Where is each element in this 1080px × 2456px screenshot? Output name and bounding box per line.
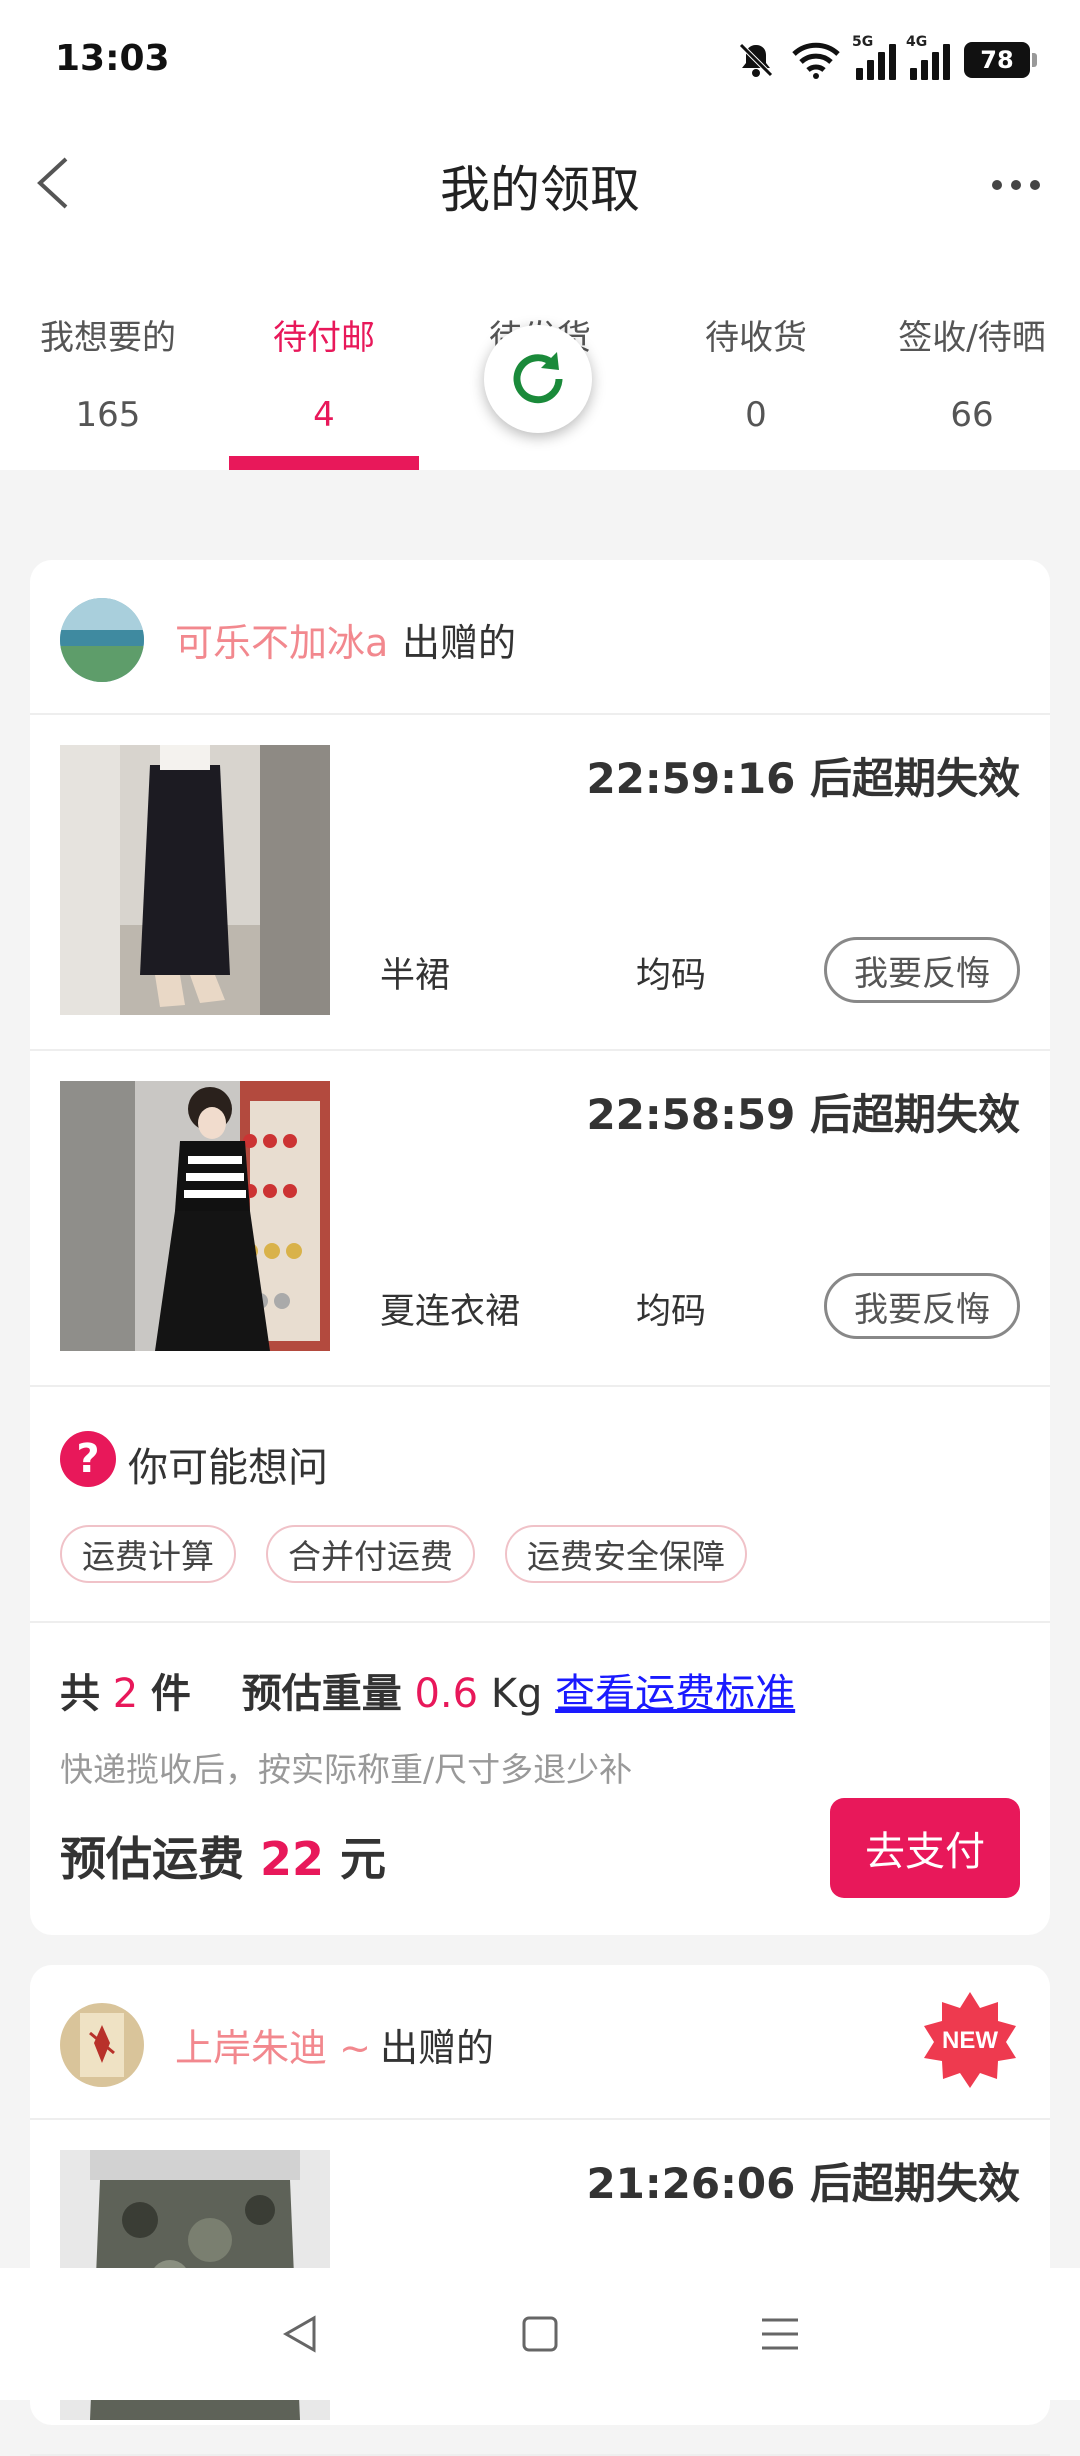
item-image[interactable]: [60, 745, 330, 1015]
weight-value: 0.6: [414, 1671, 479, 1717]
giver-row[interactable]: 上岸朱迪 ~ 出赠的 NEW: [30, 1965, 1050, 2120]
avatar[interactable]: [60, 598, 144, 682]
tab-signed-review[interactable]: 签收/待晒 66: [864, 250, 1080, 470]
weight-label: 预估重量: [241, 1671, 402, 1717]
order-summary: 共 2 件 预估重量 0.6 Kg 查看运费标准 快递揽收后，按实际称重/尺寸多…: [30, 1623, 1050, 1933]
system-nav-bar: [0, 2268, 1080, 2400]
active-tab-indicator: [229, 456, 419, 470]
item-name: 半裙: [380, 956, 451, 996]
expiry-timer: 22:58:59 后超期失效: [586, 1090, 1020, 1139]
giver-row[interactable]: 可乐不加冰a 出赠的: [30, 560, 1050, 715]
question-icon: ?: [60, 1431, 116, 1487]
faq-chip-shipping-calc[interactable]: 运费计算: [60, 1525, 236, 1583]
status-bar: 13:03 5G 4G 78: [0, 0, 1080, 120]
fee-value: 22: [260, 1832, 325, 1886]
regret-button[interactable]: 我要反悔: [824, 1273, 1020, 1339]
giver-suffix: 出赠的: [380, 2026, 495, 2070]
nav-menu-icon[interactable]: [758, 2312, 802, 2356]
tab-wanted[interactable]: 我想要的 165: [0, 250, 216, 470]
shipping-fee: 预估运费 22 元: [60, 1832, 387, 1886]
expiry-timer: 21:26:06 后超期失效: [586, 2159, 1020, 2208]
mute-icon: [739, 43, 773, 77]
item-size: 均码: [636, 956, 707, 996]
item-size: 均码: [636, 1292, 707, 1332]
item-count: 2: [112, 1671, 139, 1717]
giver-suffix: 出赠的: [402, 621, 517, 665]
nav-back-icon[interactable]: [278, 2312, 322, 2356]
status-icons: 5G 4G 78: [736, 34, 1037, 82]
summary-line: 共 2 件 预估重量 0.6 Kg 查看运费标准: [60, 1671, 796, 1717]
signal-5g-icon: 5G: [852, 34, 896, 80]
status-time: 13:03: [55, 38, 170, 79]
more-options-icon[interactable]: [992, 180, 1040, 190]
order-card: 可乐不加冰a 出赠的 22:59:16 后超期失效 半裙 均码 我要反悔 22:…: [30, 560, 1050, 1935]
page-title: 我的领取: [440, 161, 640, 219]
giver-name[interactable]: 可乐不加冰a: [175, 612, 388, 667]
shipping-standard-link[interactable]: 查看运费标准: [555, 1671, 795, 1717]
new-badge: NEW: [920, 1990, 1020, 2090]
list-item[interactable]: 22:58:59 后超期失效 夏连衣裙 均码 我要反悔: [30, 1051, 1050, 1387]
faq-chips: 运费计算 合并付运费 运费安全保障: [60, 1525, 747, 1583]
tab-pending-postage[interactable]: 待付邮 4: [216, 250, 432, 470]
avatar[interactable]: [60, 2003, 144, 2087]
faq-section: ? 你可能想问 运费计算 合并付运费 运费安全保障: [30, 1387, 1050, 1623]
signal-4g-icon: 4G: [906, 34, 950, 80]
page-header: 我的领取: [0, 120, 1080, 250]
faq-chip-merge-shipping[interactable]: 合并付运费: [266, 1525, 475, 1583]
list-item[interactable]: 22:59:16 后超期失效 半裙 均码 我要反悔: [30, 715, 1050, 1051]
svg-text:NEW: NEW: [942, 2027, 998, 2054]
item-name: 夏连衣裙: [380, 1292, 521, 1332]
nav-home-icon[interactable]: [518, 2312, 562, 2356]
weight-unit: Kg: [490, 1671, 543, 1717]
giver-name[interactable]: 上岸朱迪 ~: [175, 2017, 371, 2072]
refresh-icon[interactable]: [484, 325, 592, 433]
shipping-note: 快递揽收后，按实际称重/尺寸多退少补: [60, 1750, 633, 1789]
item-image[interactable]: [60, 1081, 330, 1351]
regret-button[interactable]: 我要反悔: [824, 937, 1020, 1003]
expiry-timer: 22:59:16 后超期失效: [586, 754, 1020, 803]
battery-icon: 78: [964, 42, 1037, 78]
faq-title: 你可能想问: [128, 1445, 328, 1491]
wifi-icon: [792, 42, 840, 79]
faq-chip-shipping-guarantee[interactable]: 运费安全保障: [505, 1525, 747, 1583]
pay-button[interactable]: 去支付: [830, 1798, 1020, 1898]
tab-pending-receipt[interactable]: 待收货 0: [648, 250, 864, 470]
